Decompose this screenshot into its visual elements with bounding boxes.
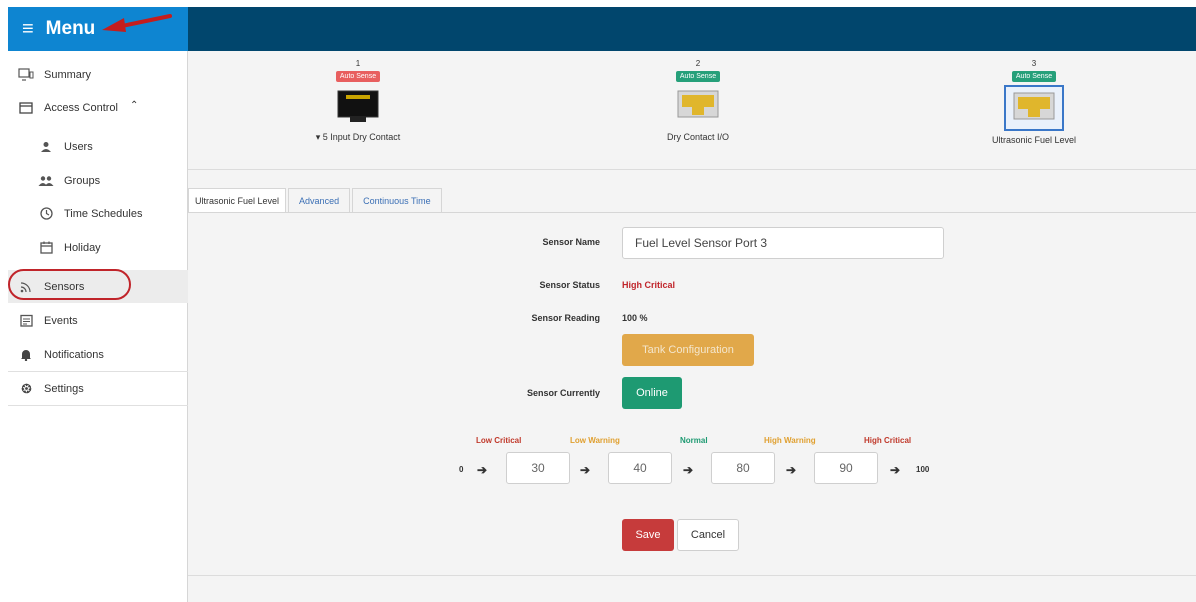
sensor-name-label: Sensor Name	[542, 237, 600, 247]
cancel-button[interactable]: Cancel	[677, 519, 739, 551]
sidebar-item-users[interactable]: Users	[8, 130, 188, 163]
gear-icon	[18, 381, 34, 397]
threshold-input-low-warning[interactable]: 40	[608, 452, 672, 484]
annotation-circle	[8, 269, 131, 300]
sidebar-item-events[interactable]: Events	[8, 304, 188, 337]
sidebar-item-groups[interactable]: Groups	[8, 164, 188, 197]
tank-configuration-button[interactable]: Tank Configuration	[622, 334, 754, 366]
divider	[188, 575, 1196, 576]
threshold-input-low-critical[interactable]: 30	[506, 452, 570, 484]
threshold-min: 0	[459, 465, 464, 474]
sidebar-item-label: Summary	[44, 68, 92, 81]
port-1[interactable]: 1 Auto Sense ▾ 5 Input Dry Contact	[298, 59, 418, 143]
sidebar-item-label: Notifications	[44, 348, 104, 361]
calendar-icon	[38, 240, 54, 256]
sensor-reading-value: 100 %	[622, 313, 648, 323]
high-warning-label: High Warning	[764, 436, 816, 445]
port-label: ▾ 5 Input Dry Contact	[315, 132, 401, 142]
port-number: 3	[1031, 59, 1037, 68]
bell-icon	[18, 347, 34, 363]
sidebar-item-holiday[interactable]: Holiday	[8, 231, 188, 264]
person-icon	[38, 139, 54, 155]
tab-advanced[interactable]: Advanced	[288, 188, 351, 213]
arrow-right-icon: ➔	[786, 463, 797, 477]
sensor-status-value: High Critical	[622, 280, 676, 290]
chevron-up-icon[interactable]: ⌃	[130, 100, 138, 111]
port-label: Dry Contact I/O	[666, 132, 729, 142]
online-button[interactable]: Online	[622, 377, 682, 409]
sensor-currently-label: Sensor Currently	[526, 388, 600, 398]
annotation-arrow-icon	[102, 14, 172, 32]
arrow-right-icon: ➔	[477, 463, 488, 477]
menu-title: Menu	[45, 18, 96, 39]
card-icon	[18, 100, 34, 116]
port-2[interactable]: 2 Auto Sense Dry Contact I/O	[638, 59, 758, 142]
hamburger-icon[interactable]: ≡	[22, 19, 34, 39]
sensor-reading-label: Sensor Reading	[531, 313, 600, 323]
sidebar: Summary Access Control ⌃ Users Groups Ti…	[8, 51, 188, 602]
port-label: Ultrasonic Fuel Level	[991, 135, 1077, 145]
tab-bar: Ultrasonic Fuel Level Advanced Continuou…	[188, 188, 444, 213]
sensor-name-input[interactable]: Fuel Level Sensor Port 3	[622, 227, 944, 259]
sidebar-item-notifications[interactable]: Notifications	[8, 338, 188, 371]
event-list-icon	[18, 313, 34, 329]
sidebar-divider	[8, 405, 188, 406]
port-3[interactable]: 3 Auto Sense Ultrasonic Fuel Level	[974, 59, 1094, 145]
port-number: 2	[695, 59, 701, 68]
sensor-status-label: Sensor Status	[539, 280, 600, 290]
threshold-max: 100	[916, 465, 930, 474]
sidebar-item-time-schedules[interactable]: Time Schedules	[8, 197, 188, 230]
rj45-port-icon	[676, 88, 720, 124]
auto-sense-badge: Auto Sense	[335, 71, 381, 82]
auto-sense-badge: Auto Sense	[1011, 71, 1057, 82]
arrow-right-icon: ➔	[890, 463, 901, 477]
port-number: 1	[355, 59, 361, 68]
arrow-right-icon: ➔	[580, 463, 591, 477]
sidebar-item-label: Access Control	[44, 101, 118, 114]
rj45-port-icon	[336, 88, 380, 124]
sidebar-item-settings[interactable]: Settings	[8, 372, 188, 405]
group-icon	[38, 173, 54, 189]
sidebar-item-label: Users	[64, 140, 93, 153]
tab-ultrasonic-fuel-level[interactable]: Ultrasonic Fuel Level	[188, 188, 287, 213]
rj45-port-icon	[1004, 85, 1064, 131]
tab-continuous-time[interactable]: Continuous Time	[352, 188, 442, 213]
divider	[188, 169, 1196, 170]
auto-sense-badge: Auto Sense	[675, 71, 721, 82]
low-critical-label: Low Critical	[476, 436, 522, 445]
normal-label: Normal	[680, 436, 708, 445]
sidebar-item-label: Settings	[44, 382, 84, 395]
sidebar-item-label: Groups	[64, 174, 101, 187]
sidebar-item-label: Holiday	[64, 241, 101, 254]
sidebar-item-label: Time Schedules	[64, 207, 143, 220]
save-button[interactable]: Save	[622, 519, 674, 551]
high-critical-label: High Critical	[864, 436, 912, 445]
threshold-input-high-critical[interactable]: 90	[814, 452, 878, 484]
clock-icon	[38, 206, 54, 222]
monitor-icon	[18, 67, 34, 83]
sidebar-item-access-control[interactable]: Access Control ⌃	[8, 91, 188, 124]
main-content: 1 Auto Sense ▾ 5 Input Dry Contact 2 Aut…	[188, 51, 1196, 602]
sidebar-item-label: Events	[44, 314, 78, 327]
low-warning-label: Low Warning	[570, 436, 620, 445]
sidebar-item-summary[interactable]: Summary	[8, 58, 188, 91]
threshold-input-high-warning[interactable]: 80	[711, 452, 775, 484]
arrow-right-icon: ➔	[683, 463, 694, 477]
